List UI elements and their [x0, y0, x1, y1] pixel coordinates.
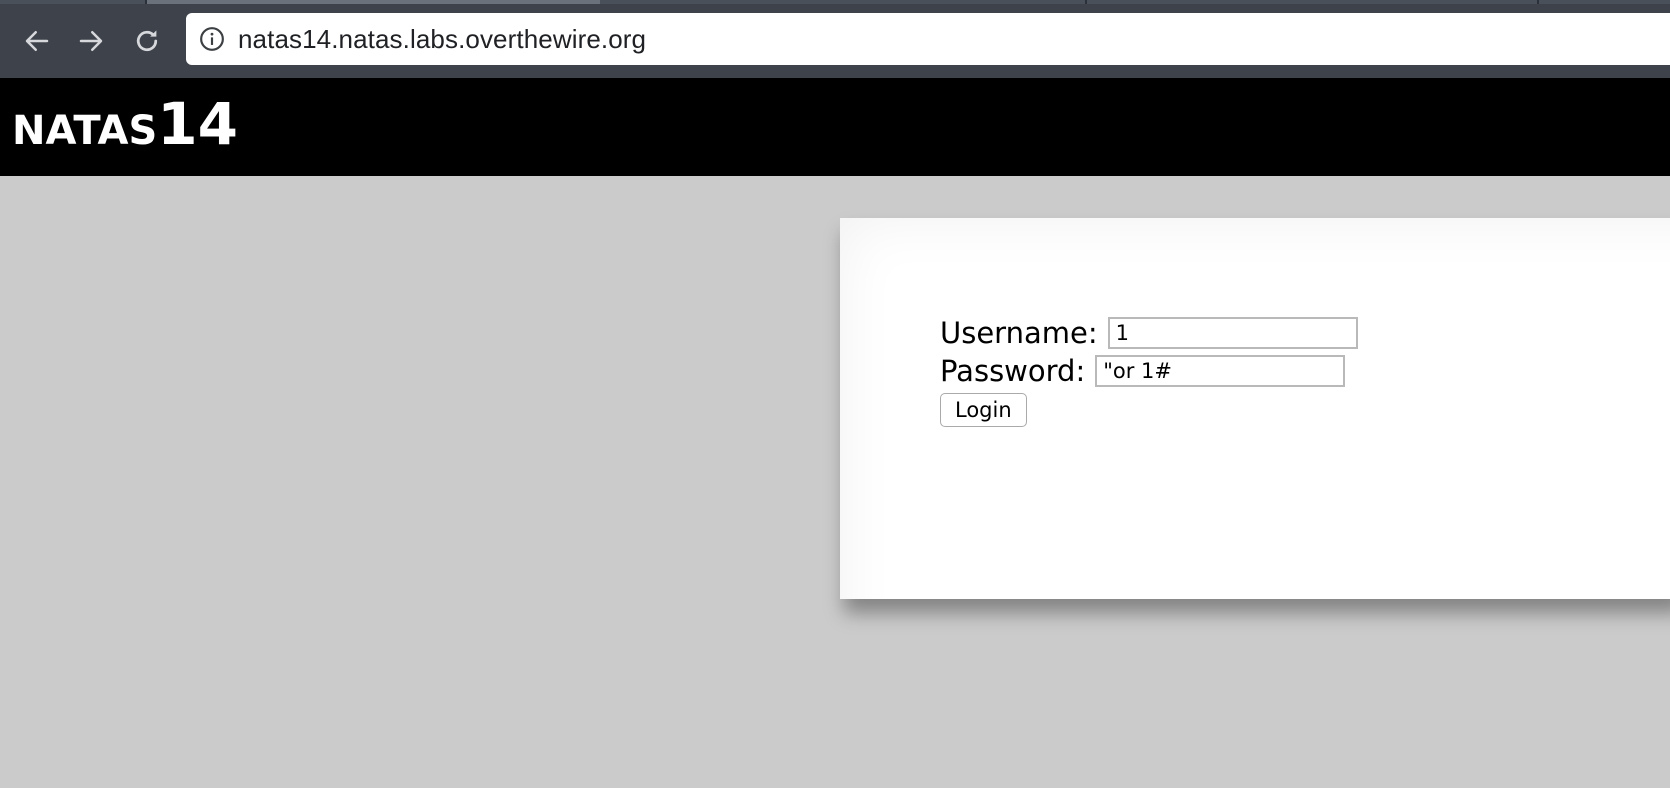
site-title-number: 14: [157, 90, 238, 158]
reload-icon: [136, 30, 158, 52]
password-input[interactable]: [1095, 355, 1346, 387]
back-button[interactable]: [20, 24, 54, 58]
site-header: NATAS14: [0, 78, 1670, 176]
site-title-word: NATAS: [12, 108, 158, 154]
site-title: NATAS14: [12, 90, 238, 158]
info-icon[interactable]: [198, 25, 226, 53]
reload-button[interactable]: [130, 24, 164, 58]
arrow-right-icon: [79, 31, 103, 51]
arrow-left-icon: [25, 31, 49, 51]
username-input[interactable]: [1107, 317, 1358, 349]
login-form: Username: Password: Login: [940, 314, 1358, 427]
forward-button[interactable]: [74, 24, 108, 58]
address-bar[interactable]: natas14.natas.labs.overthewire.org: [186, 13, 1670, 65]
username-label: Username:: [940, 316, 1098, 350]
browser-toolbar: natas14.natas.labs.overthewire.org: [0, 4, 1670, 78]
content-card: Username: Password: Login: [840, 218, 1670, 599]
username-row: Username:: [940, 314, 1358, 352]
password-row: Password:: [940, 352, 1358, 390]
login-button[interactable]: Login: [940, 393, 1027, 427]
address-bar-url[interactable]: natas14.natas.labs.overthewire.org: [238, 24, 646, 55]
password-label: Password:: [940, 354, 1086, 388]
